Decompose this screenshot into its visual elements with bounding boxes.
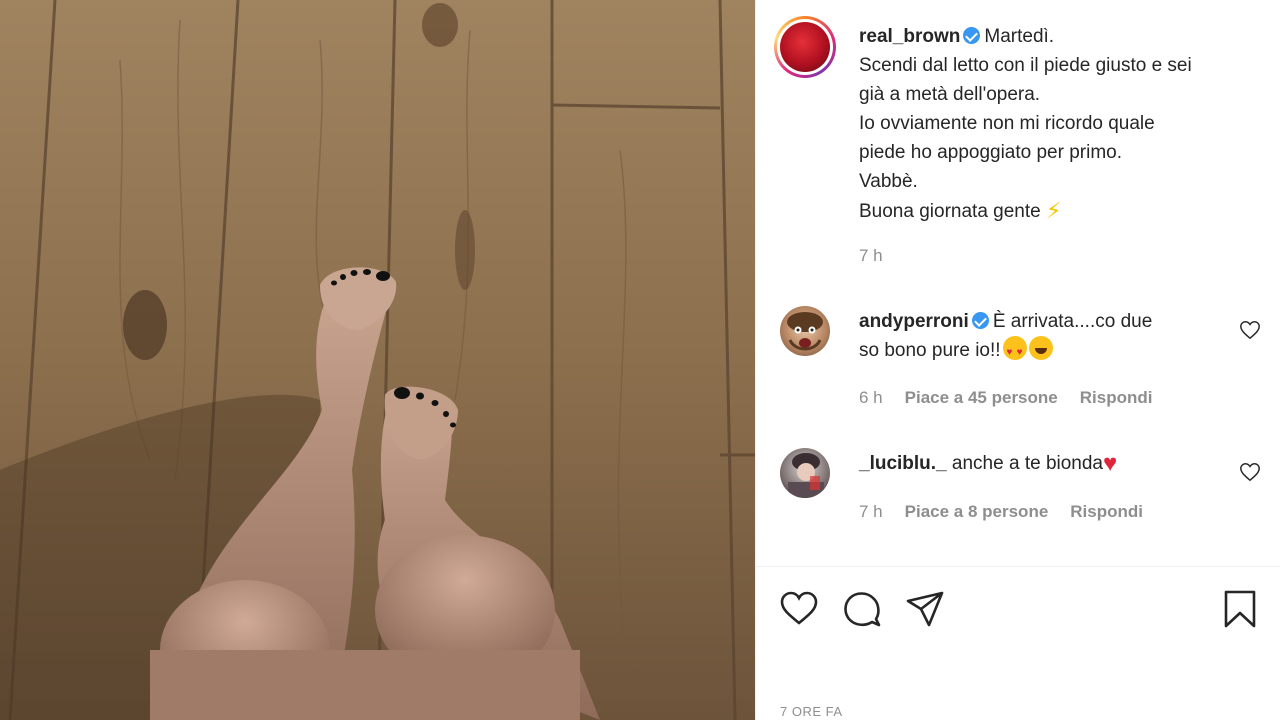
comment-text: anche a te bionda xyxy=(951,453,1103,474)
commenter-username[interactable]: _luciblu._ xyxy=(859,453,947,474)
caption-text: Vabbè. xyxy=(859,171,918,192)
comment: _luciblu._ anche a te bionda♥ xyxy=(859,449,1219,478)
caption-text: piede ho appoggiato per primo. xyxy=(859,142,1123,163)
face-icon xyxy=(787,312,823,351)
commenter-username[interactable]: andyperroni xyxy=(859,311,969,332)
verified-badge-icon xyxy=(963,27,981,44)
comment-like-heart-icon[interactable] xyxy=(1239,319,1261,341)
caption-text: Buona giornata gente xyxy=(859,201,1041,222)
comment-like-heart-icon[interactable] xyxy=(1239,461,1261,483)
reply-button[interactable]: Rispondi xyxy=(1080,388,1153,407)
post-timestamp[interactable]: 7 ORE FA xyxy=(780,704,843,719)
post-photo[interactable] xyxy=(0,0,755,720)
heart-eyes-emoji-icon xyxy=(1002,336,1027,367)
heart-outline-icon[interactable] xyxy=(779,589,819,629)
comment-time[interactable]: 7 h xyxy=(859,502,883,521)
author-avatar[interactable] xyxy=(774,16,836,78)
lightning-emoji-icon: ⚡ xyxy=(1046,198,1062,223)
comment-first-line: _luciblu._ anche a te bionda♥ xyxy=(859,449,1219,478)
comment: andyperroni È arrivata....co due so bono … xyxy=(859,307,1219,367)
post-caption: real_brown Martedì. Scendi dal letto con … xyxy=(859,22,1239,226)
post-time[interactable]: 7 h xyxy=(859,246,883,266)
comment-likes-count[interactable]: Piace a 45 persone xyxy=(905,388,1058,407)
comment-meta: 6 h Piace a 45 persone Rispondi xyxy=(859,388,1174,408)
comment-first-line: andyperroni È arrivata....co due xyxy=(859,307,1219,336)
bookmark-icon[interactable] xyxy=(1220,589,1260,629)
commenter-avatar[interactable] xyxy=(780,306,830,356)
caption-last-line: Buona giornata gente ⚡ xyxy=(859,196,1239,226)
red-heart-emoji-icon: ♥ xyxy=(1103,450,1118,477)
paper-plane-icon[interactable] xyxy=(905,589,945,629)
caption-text: già a metà dell'opera. xyxy=(859,84,1041,105)
comment-meta: 7 h Piace a 8 persone Rispondi xyxy=(859,502,1165,522)
caption-first-line: real_brown Martedì. xyxy=(859,22,1239,51)
comment-bubble-icon[interactable] xyxy=(842,589,882,629)
caption-text: Scendi dal letto con il piede giusto e s… xyxy=(859,55,1192,76)
comment-text: È arrivata....co due xyxy=(992,311,1153,332)
avatar-ring-inner xyxy=(777,19,833,75)
comment-second-line: so bono pure io!! xyxy=(859,336,1219,367)
caption-text: Martedì. xyxy=(984,26,1055,47)
tears-of-joy-emoji-icon xyxy=(1028,336,1053,360)
verified-badge-icon xyxy=(971,312,989,329)
author-username[interactable]: real_brown xyxy=(859,26,960,47)
instagram-post-view: real_brown Martedì. Scendi dal letto con … xyxy=(0,0,1280,720)
actions-divider xyxy=(755,566,1280,567)
comment-likes-count[interactable]: Piace a 8 persone xyxy=(905,502,1049,521)
comment-text: so bono pure io!! xyxy=(859,340,1001,361)
comment-time[interactable]: 6 h xyxy=(859,388,883,407)
feet-on-wood-floor-image xyxy=(0,0,755,720)
author-avatar-image xyxy=(780,22,830,72)
face-icon xyxy=(788,453,824,498)
caption-text: Io ovviamente non mi ricordo quale xyxy=(859,113,1155,134)
commenter-avatar[interactable] xyxy=(780,448,830,498)
reply-button[interactable]: Rispondi xyxy=(1070,502,1143,521)
